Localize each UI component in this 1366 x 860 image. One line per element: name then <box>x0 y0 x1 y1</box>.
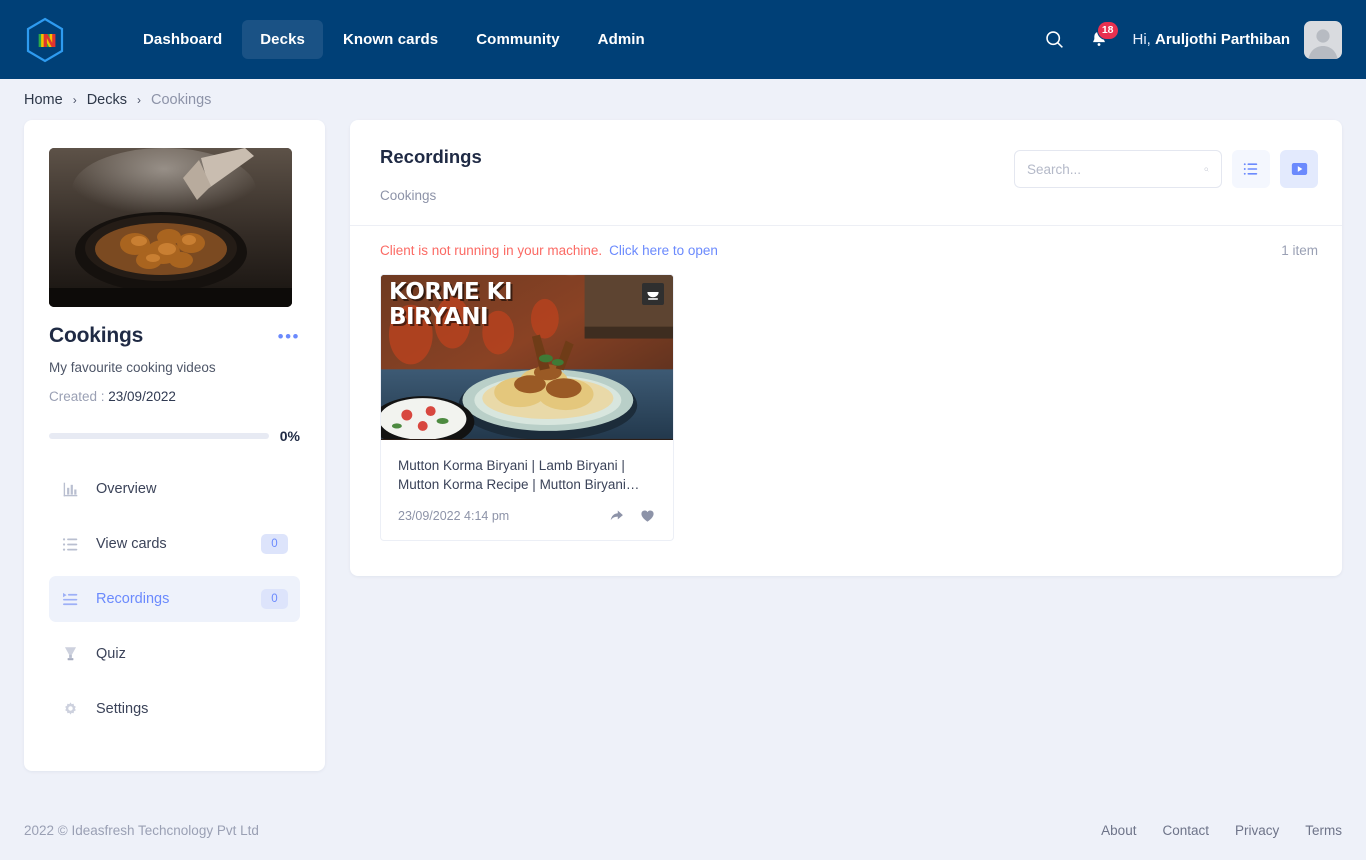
search-icon <box>1204 167 1209 172</box>
panel-header-texts: Recordings Cookings <box>380 146 482 203</box>
sidebar-label-quiz: Quiz <box>96 646 126 662</box>
hexagon-n-logo-icon: N N N <box>26 17 64 62</box>
footer-link-terms[interactable]: Terms <box>1305 823 1342 838</box>
user-greeting: Hi, Aruljothi Parthiban <box>1133 31 1291 48</box>
nav-item-decks[interactable]: Decks <box>242 20 323 59</box>
share-icon <box>610 510 623 521</box>
app-logo[interactable]: N N N <box>22 15 68 65</box>
breadcrumb-item-cookings: Cookings <box>150 91 212 108</box>
svg-text:N: N <box>42 31 57 52</box>
nav-item-admin[interactable]: Admin <box>580 20 663 59</box>
recording-date: 23/09/2022 4:14 pm <box>398 509 510 524</box>
deck-progress: 0% <box>49 428 300 444</box>
thumbnail-title-line1: KORME KI <box>389 279 513 305</box>
sidebar-label-view-cards: View cards <box>96 536 167 552</box>
nav-item-community[interactable]: Community <box>458 20 577 59</box>
progress-percent-label: 0% <box>279 428 300 444</box>
search-input[interactable] <box>1027 161 1204 177</box>
recordings-grid: KORME KI BIRYANI Mutton Korma Biryani | … <box>380 274 1318 542</box>
notifications-button[interactable]: 18 <box>1077 18 1121 62</box>
sidebar-label-overview: Overview <box>96 481 157 497</box>
sidebar-item-quiz[interactable]: Quiz <box>49 631 300 677</box>
heart-icon <box>641 510 654 522</box>
user-avatar-icon <box>1308 28 1338 59</box>
main-nav-links: Dashboard Decks Known cards Community Ad… <box>125 20 663 59</box>
sidebar-item-settings[interactable]: Settings <box>49 686 300 732</box>
video-view-icon <box>1291 163 1307 175</box>
user-name: Aruljothi Parthiban <box>1155 31 1290 48</box>
breadcrumb-separator: › <box>136 92 141 107</box>
channel-logo-icon <box>647 292 659 300</box>
favorite-button[interactable] <box>639 508 656 524</box>
list-view-toggle[interactable] <box>1232 150 1270 188</box>
gear-icon <box>62 701 88 718</box>
sidebar-badge-view-cards: 0 <box>261 534 288 554</box>
breadcrumb-item-decks[interactable]: Decks <box>87 92 127 108</box>
deck-title-row: Cookings ••• <box>49 324 300 348</box>
trophy-icon <box>62 645 88 663</box>
notification-count-badge: 18 <box>1096 20 1119 40</box>
recording-thumbnail[interactable]: KORME KI BIRYANI <box>381 275 673 440</box>
user-avatar[interactable] <box>1304 20 1342 59</box>
deck-title: Cookings <box>49 324 144 347</box>
deck-description: My favourite cooking videos <box>49 360 216 375</box>
top-navigation-bar: N N N Dashboard Decks Known cards Commun… <box>0 0 1366 79</box>
sidebar-label-recordings: Recordings <box>96 591 170 607</box>
nav-item-known-cards[interactable]: Known cards <box>325 20 456 59</box>
breadcrumb: Home › Decks › Cookings <box>0 79 1366 120</box>
panel-header: Recordings Cookings <box>380 146 1318 203</box>
deck-created: Created : 23/09/2022 <box>49 389 300 404</box>
playlist-icon <box>62 591 88 608</box>
sidebar-label-settings: Settings <box>96 701 149 717</box>
more-options-icon[interactable]: ••• <box>278 328 300 345</box>
thumbnail-title-line2: BIRYANI <box>389 303 489 330</box>
breadcrumb-separator: › <box>72 92 77 107</box>
copyright-text: 2022 © Ideasfresh Techcnology Pvt Ltd <box>24 822 259 838</box>
footer-links: About Contact Privacy Terms <box>1101 823 1342 838</box>
header-search-button[interactable] <box>1033 18 1077 62</box>
panel-toolbar <box>1014 146 1318 188</box>
search-box[interactable] <box>1014 150 1222 188</box>
greeting-prefix: Hi, <box>1132 31 1155 48</box>
sidebar-item-recordings[interactable]: Recordings 0 <box>49 576 300 622</box>
footer-link-contact[interactable]: Contact <box>1162 823 1209 838</box>
video-view-toggle[interactable] <box>1280 150 1318 188</box>
sidebar-item-overview[interactable]: Overview <box>49 466 300 512</box>
page-layout: Cookings ••• My favourite cooking videos… <box>0 120 1366 771</box>
thumbnail-overlay-title: KORME KI BIRYANI <box>389 279 513 330</box>
share-button[interactable] <box>608 508 625 524</box>
open-client-link[interactable]: Click here to open <box>609 243 718 258</box>
nav-item-dashboard[interactable]: Dashboard <box>125 20 240 59</box>
page-subtitle: Cookings <box>380 188 437 203</box>
progress-bar-track <box>49 433 269 439</box>
client-status-row: Client is not running in your machine. C… <box>380 226 1318 258</box>
recording-card[interactable]: KORME KI BIRYANI Mutton Korma Biryani | … <box>380 274 674 542</box>
list-view-icon <box>1243 163 1258 175</box>
footer-link-privacy[interactable]: Privacy <box>1235 823 1279 838</box>
item-count-label: 1 item <box>1281 243 1318 258</box>
client-status-message: Client is not running in your machine. <box>380 243 603 258</box>
recording-actions <box>608 508 656 524</box>
channel-logo-badge <box>642 283 664 305</box>
breadcrumb-item-home[interactable]: Home <box>24 92 63 108</box>
recording-meta: 23/09/2022 4:14 pm <box>381 494 673 540</box>
cooking-pan-image <box>49 148 292 307</box>
deck-sidebar-card: Cookings ••• My favourite cooking videos… <box>24 120 325 771</box>
list-icon <box>62 536 88 553</box>
nav-right-cluster: 18 Hi, Aruljothi Parthiban <box>1033 18 1342 62</box>
created-label: Created : <box>49 389 109 404</box>
bar-chart-icon <box>62 481 88 498</box>
page-footer: 2022 © Ideasfresh Techcnology Pvt Ltd Ab… <box>0 800 1366 860</box>
recording-title: Mutton Korma Biryani | Lamb Biryani | Mu… <box>398 458 640 493</box>
recordings-panel: Recordings Cookings Search... Client is … <box>350 120 1342 576</box>
search-icon <box>1046 31 1063 48</box>
sidebar-item-view-cards[interactable]: View cards 0 <box>49 521 300 567</box>
created-date: 23/09/2022 <box>108 389 176 404</box>
footer-link-about[interactable]: About <box>1101 823 1136 838</box>
sidebar-badge-recordings: 0 <box>261 589 288 609</box>
page-title: Recordings <box>380 146 482 167</box>
deck-thumbnail <box>49 148 292 307</box>
deck-menu: Overview View cards 0 Recordings 0 Quiz … <box>49 466 300 732</box>
